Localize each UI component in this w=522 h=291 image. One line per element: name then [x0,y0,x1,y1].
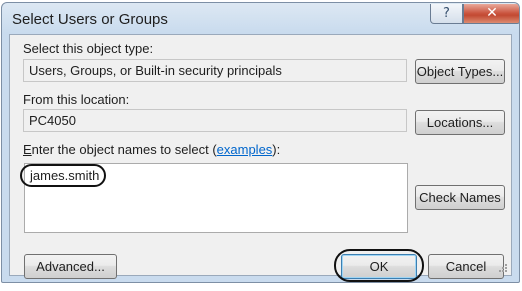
object-names-input[interactable]: james.smith [24,163,408,233]
advanced-button[interactable]: Advanced... [24,254,117,279]
object-names-value: james.smith [30,168,100,183]
help-button[interactable]: ? [430,4,463,24]
check-names-button[interactable]: Check Names [415,185,505,210]
location-field: PC4050 [23,109,407,132]
object-names-label-end: ): [272,142,281,157]
object-names-label: Enter the object names to select (exampl… [23,142,280,157]
object-names-label-accesskey: E [23,142,32,157]
dialog-body: Select this object type: Users, Groups, … [9,34,512,282]
ok-button[interactable]: OK [341,254,417,279]
object-type-label: Select this object type: [23,41,154,56]
examples-link[interactable]: examples [217,142,273,157]
locations-button[interactable]: Locations... [415,110,505,135]
object-type-field: Users, Groups, or Built-in security prin… [23,59,407,82]
location-label: From this location: [23,92,130,107]
title-bar[interactable]: Select Users or Groups ? ✕ [2,3,519,34]
help-icon: ? [443,6,450,21]
close-button[interactable]: ✕ [463,4,519,24]
window-title: Select Users or Groups [12,11,168,28]
cancel-button[interactable]: Cancel [428,254,504,279]
close-icon: ✕ [486,5,498,21]
object-types-button[interactable]: Object Types... [415,59,505,84]
resize-grip-icon[interactable] [498,263,508,273]
select-users-dialog: Select Users or Groups ? ✕ Select this o… [1,2,520,283]
object-names-label-text: nter the object names to select ( [31,142,217,157]
